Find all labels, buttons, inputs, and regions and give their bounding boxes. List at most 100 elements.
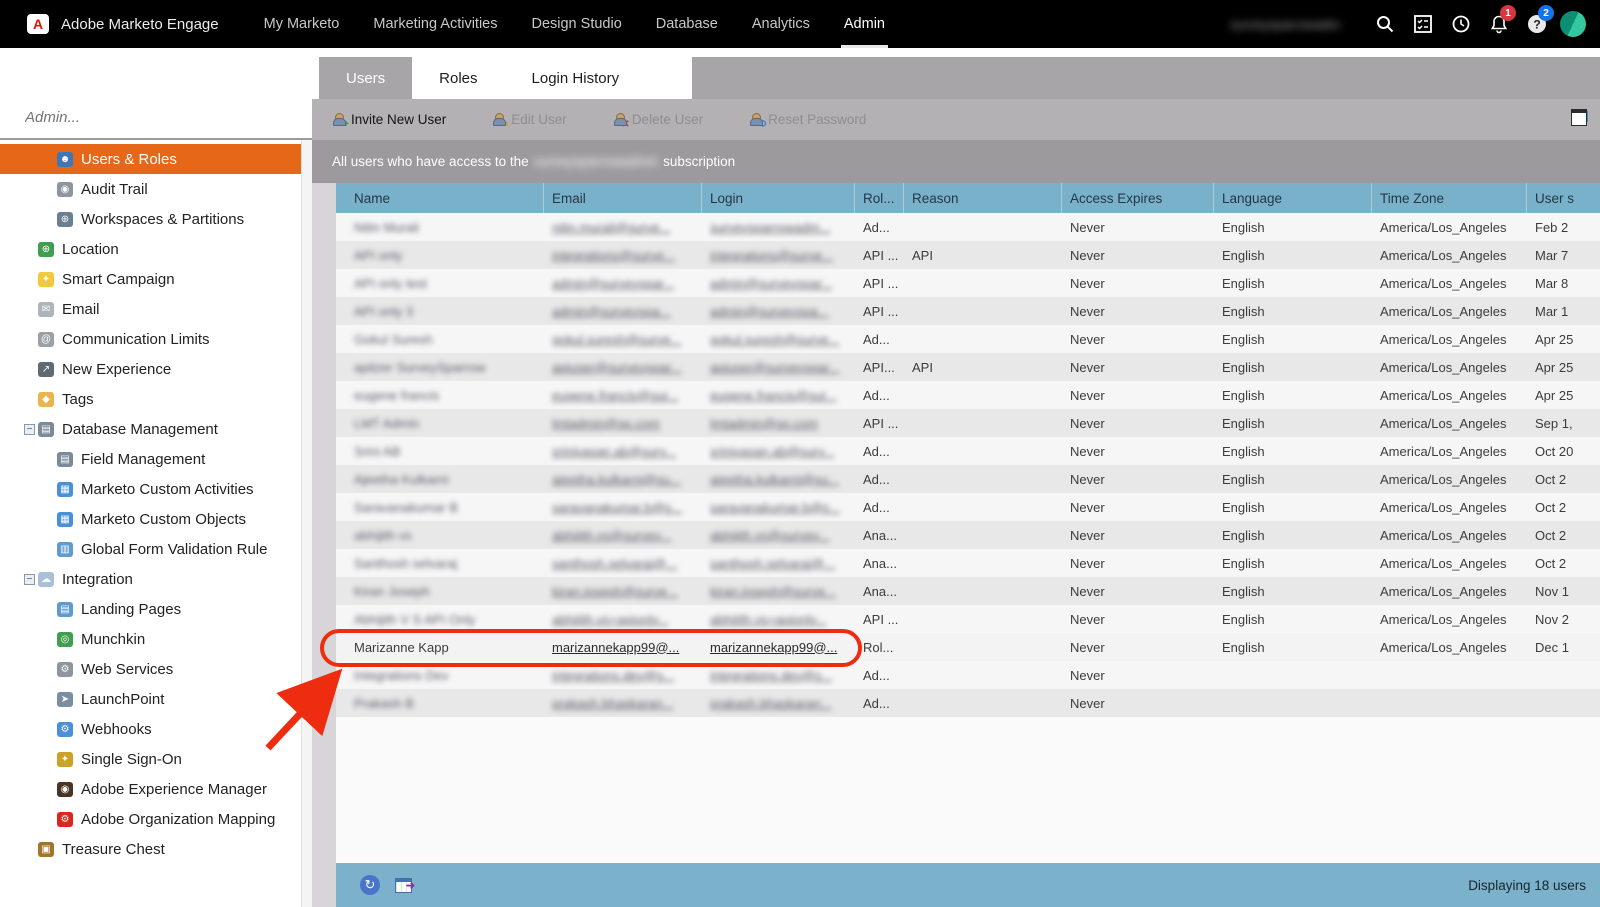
user-login-link[interactable]: eugene.francis@sur... bbox=[710, 388, 837, 403]
sidebar-item-integration[interactable]: −☁Integration bbox=[0, 564, 312, 594]
sidebar-item-marketo-custom-objects[interactable]: ▦Marketo Custom Objects bbox=[0, 504, 312, 534]
user-email-link[interactable]: srinivasan.ab@surv... bbox=[552, 444, 676, 459]
table-row[interactable]: API onlyintegrations@surve...integration… bbox=[336, 241, 1600, 269]
tab-users[interactable]: Users bbox=[319, 57, 412, 99]
sidebar-item-new-experience[interactable]: ↗New Experience bbox=[0, 354, 312, 384]
sidebar-item-web-services[interactable]: ⚙Web Services bbox=[0, 654, 312, 684]
sidebar-item-webhooks[interactable]: ⚙Webhooks bbox=[0, 714, 312, 744]
user-login-link[interactable]: kiran.joseph@surve... bbox=[710, 584, 836, 599]
user-login-link[interactable]: admin@surveyspar... bbox=[710, 276, 832, 291]
user-login-link[interactable]: surveysparrowadm... bbox=[710, 220, 831, 235]
table-row[interactable]: Srini ABsrinivasan.ab@surv...srinivasan.… bbox=[336, 437, 1600, 465]
collapse-icon[interactable]: − bbox=[24, 574, 35, 585]
user-login-link[interactable]: gokul.suresh@surve... bbox=[710, 332, 840, 347]
nav-my-marketo[interactable]: My Marketo bbox=[247, 0, 357, 48]
sidebar-item-treasure-chest[interactable]: ▣Treasure Chest bbox=[0, 834, 312, 864]
sidebar-item-global-form-validation-rule[interactable]: ▥Global Form Validation Rule bbox=[0, 534, 312, 564]
user-login-link[interactable]: ajeetha.kulkarni@su... bbox=[710, 472, 839, 487]
help-icon[interactable]: ? 2 bbox=[1518, 0, 1556, 48]
table-row[interactable]: API only testadmin@surveyspar...admin@su… bbox=[336, 269, 1600, 297]
column-header-time-zone[interactable]: Time Zone bbox=[1372, 183, 1527, 213]
table-row[interactable]: Gokul Sureshgokul.suresh@surve...gokul.s… bbox=[336, 325, 1600, 353]
sidebar-item-users-roles[interactable]: ☻Users & Roles bbox=[0, 144, 312, 174]
user-email-link[interactable]: nitin.murali@surve... bbox=[552, 220, 671, 235]
user-email-link[interactable]: eugene.francis@sur... bbox=[552, 388, 679, 403]
user-email-link[interactable]: integrations.dev@s... bbox=[552, 668, 674, 683]
sidebar-item-tags[interactable]: ◆Tags bbox=[0, 384, 312, 414]
user-email-link[interactable]: saravanakumar.b@s... bbox=[552, 500, 682, 515]
nav-analytics[interactable]: Analytics bbox=[735, 0, 827, 48]
invite-new-user-button[interactable]: +Invite New User bbox=[332, 112, 446, 127]
user-email-link[interactable]: gokul.suresh@surve... bbox=[552, 332, 682, 347]
user-avatar[interactable] bbox=[1560, 11, 1586, 37]
user-login-link[interactable]: lmtadmin@sp.com bbox=[710, 416, 818, 431]
sidebar-item-launchpoint[interactable]: ➤LaunchPoint bbox=[0, 684, 312, 714]
user-email-link[interactable]: abhijith.vs+apionly... bbox=[552, 612, 668, 627]
user-email-link[interactable]: marizannekapp99@... bbox=[552, 640, 679, 655]
user-email-link[interactable]: integrations@surve... bbox=[552, 248, 675, 263]
table-row[interactable]: abhijith vsabhijith.vs@survey...abhijith… bbox=[336, 521, 1600, 549]
user-email-link[interactable]: ajeetha.kulkarni@su... bbox=[552, 472, 681, 487]
adobe-logo[interactable]: A bbox=[27, 14, 49, 34]
sidebar-item-marketo-custom-activities[interactable]: ▦Marketo Custom Activities bbox=[0, 474, 312, 504]
sidebar-item-audit-trail[interactable]: ◉Audit Trail bbox=[0, 174, 312, 204]
sidebar-item-single-sign-on[interactable]: ✦Single Sign-On bbox=[0, 744, 312, 774]
table-row[interactable]: Kiran Josephkiran.joseph@surve...kiran.j… bbox=[336, 577, 1600, 605]
user-login-link[interactable]: saravanakumar.b@s... bbox=[710, 500, 840, 515]
table-row[interactable]: Santhosh selvarajsanthosh.selvaraj@...sa… bbox=[336, 549, 1600, 577]
sidebar-item-munchkin[interactable]: ◎Munchkin bbox=[0, 624, 312, 654]
user-login-link[interactable]: admin@surveyspa... bbox=[710, 304, 829, 319]
user-login-link[interactable]: prakash.bhaskaran... bbox=[710, 696, 831, 711]
column-header-rol[interactable]: Rol... bbox=[855, 183, 904, 213]
table-row[interactable]: Nitin Muralinitin.murali@surve...surveys… bbox=[336, 213, 1600, 241]
sidebar-item-location[interactable]: ⊕Location bbox=[0, 234, 312, 264]
sidebar-item-adobe-organization-mapping[interactable]: ⚙Adobe Organization Mapping bbox=[0, 804, 312, 834]
table-row[interactable]: Saravanakumar Bsaravanakumar.b@s...sarav… bbox=[336, 493, 1600, 521]
checklist-icon[interactable] bbox=[1404, 0, 1442, 48]
refresh-icon[interactable]: ↻ bbox=[360, 875, 380, 895]
nav-marketing-activities[interactable]: Marketing Activities bbox=[356, 0, 514, 48]
history-clock-icon[interactable] bbox=[1442, 0, 1480, 48]
tab-roles[interactable]: Roles bbox=[412, 57, 504, 99]
table-row[interactable]: Integrations Devintegrations.dev@s...int… bbox=[336, 661, 1600, 689]
sidebar-scrollbar[interactable] bbox=[301, 140, 312, 907]
user-email-link[interactable]: admin@surveyspa... bbox=[552, 304, 671, 319]
user-email-link[interactable]: admin@surveyspar... bbox=[552, 276, 674, 291]
edit-user-button[interactable]: ✎Edit User bbox=[492, 112, 567, 127]
notifications-bell-icon[interactable]: 1 bbox=[1480, 0, 1518, 48]
sidebar-item-communication-limits[interactable]: @Communication Limits bbox=[0, 324, 312, 354]
sidebar-item-database-management[interactable]: −▤Database Management bbox=[0, 414, 312, 444]
user-login-link[interactable]: srinivasan.ab@surv... bbox=[710, 444, 834, 459]
column-header-reason[interactable]: Reason bbox=[904, 183, 1062, 213]
sidebar-item-adobe-experience-manager[interactable]: ◉Adobe Experience Manager bbox=[0, 774, 312, 804]
export-grid-icon[interactable] bbox=[395, 878, 412, 893]
user-email-link[interactable]: kiran.joseph@surve... bbox=[552, 584, 678, 599]
table-row[interactable]: Prakash Bprakash.bhaskaran...prakash.bha… bbox=[336, 689, 1600, 717]
search-icon[interactable] bbox=[1366, 0, 1404, 48]
table-row[interactable]: Marizanne Kappmarizannekapp99@...marizan… bbox=[336, 633, 1600, 661]
admin-filter-input[interactable] bbox=[25, 109, 255, 126]
sidebar-item-workspaces-partitions[interactable]: ⊕Workspaces & Partitions bbox=[0, 204, 312, 234]
table-row[interactable]: eugene franciseugene.francis@sur...eugen… bbox=[336, 381, 1600, 409]
user-email-link[interactable]: lmtadmin@sp.com bbox=[552, 416, 660, 431]
sidebar-item-landing-pages[interactable]: ▤Landing Pages bbox=[0, 594, 312, 624]
table-row[interactable]: Ajeetha Kulkarniajeetha.kulkarni@su...aj… bbox=[336, 465, 1600, 493]
user-login-link[interactable]: integrations@surve... bbox=[710, 248, 833, 263]
column-header-user-s[interactable]: User s bbox=[1527, 183, 1600, 213]
user-login-link[interactable]: apiuser@surveyspar... bbox=[710, 360, 840, 375]
user-login-link[interactable]: abhijith.vs+apionly... bbox=[710, 612, 826, 627]
nav-admin[interactable]: Admin bbox=[827, 0, 902, 48]
collapse-icon[interactable]: − bbox=[24, 424, 35, 435]
column-header-email[interactable]: Email bbox=[544, 183, 702, 213]
column-header-name[interactable]: Name bbox=[336, 183, 544, 213]
table-row[interactable]: LMT Adminlmtadmin@sp.comlmtadmin@sp.comA… bbox=[336, 409, 1600, 437]
sidebar-item-smart-campaign[interactable]: ✦Smart Campaign bbox=[0, 264, 312, 294]
user-login-link[interactable]: marizannekapp99@... bbox=[710, 640, 837, 655]
reset-password-button[interactable]: ⟲Reset Password bbox=[749, 112, 866, 127]
user-email-link[interactable]: abhijith.vs@survey... bbox=[552, 528, 671, 543]
nav-design-studio[interactable]: Design Studio bbox=[514, 0, 638, 48]
column-header-login[interactable]: Login bbox=[702, 183, 855, 213]
table-row[interactable]: apitzer SurveySparrowapiuser@surveyspar.… bbox=[336, 353, 1600, 381]
user-login-link[interactable]: integrations.dev@s... bbox=[710, 668, 832, 683]
sidebar-item-field-management[interactable]: ▤Field Management bbox=[0, 444, 312, 474]
